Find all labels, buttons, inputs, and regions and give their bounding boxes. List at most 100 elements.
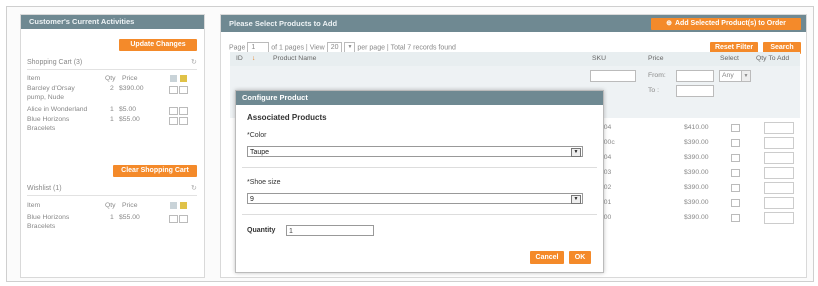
cart-item-name: Bracelets <box>27 125 56 132</box>
refresh-wishlist-icon[interactable]: ↻ <box>191 184 197 192</box>
move-to-wishlist-icon <box>180 75 187 82</box>
color-select[interactable]: Taupe ▼ <box>247 146 583 157</box>
cart-remove-checkbox[interactable] <box>169 107 178 115</box>
divider <box>27 69 197 70</box>
pager-view-label: View <box>309 44 325 52</box>
add-selected-products-label: Add Selected Product(s) to Order <box>675 20 786 27</box>
grid-row-qty-input[interactable] <box>764 197 794 209</box>
cart-move-checkbox[interactable] <box>179 117 188 125</box>
grid-row-price: $390.00 <box>684 139 709 146</box>
color-select-value: Taupe <box>250 149 270 156</box>
color-label: *Color <box>247 132 267 139</box>
cart-item-name: pump, Nude <box>27 94 65 101</box>
price-from-input[interactable] <box>676 70 714 82</box>
cart-item-qty: 1 <box>110 116 114 123</box>
chevron-down-icon[interactable]: ▼ <box>571 195 581 204</box>
cart-item-qty: 2 <box>110 85 114 92</box>
shoe-size-label: *Shoe size <box>247 179 281 186</box>
quantity-label: Quantity <box>247 227 276 234</box>
remove-icon <box>170 202 177 209</box>
select-filter-dropdown[interactable]: Any <box>719 70 743 82</box>
shopping-cart-title: Shopping Cart (3) <box>27 59 83 66</box>
shoe-size-select[interactable]: 9 ▼ <box>247 193 583 204</box>
chevron-down-icon[interactable]: ▼ <box>571 148 581 157</box>
cancel-button[interactable]: Cancel <box>530 251 564 264</box>
divider <box>27 195 197 196</box>
price-to-input[interactable] <box>676 85 714 97</box>
grid-header: ID ↓ Product Name SKU Price Select Qty T… <box>230 52 800 67</box>
grid-row-select-checkbox[interactable] <box>731 124 740 132</box>
cart-move-checkbox[interactable] <box>179 107 188 115</box>
wishlist-header-qty: Qty <box>105 202 116 209</box>
sku-filter-input[interactable] <box>590 70 636 82</box>
chevron-down-icon[interactable]: ▼ <box>741 70 751 82</box>
cart-header-qty: Qty <box>105 75 116 82</box>
grid-row-select-checkbox[interactable] <box>731 154 740 162</box>
column-qty-to-add[interactable]: Qty To Add <box>756 55 789 62</box>
wishlist-remove-checkbox[interactable] <box>169 215 178 223</box>
grid-row-select-checkbox[interactable] <box>731 184 740 192</box>
column-sku[interactable]: SKU <box>592 55 606 62</box>
cart-item-price: $5.00 <box>119 106 137 113</box>
grid-row-qty-input[interactable] <box>764 122 794 134</box>
divider <box>242 167 597 168</box>
customer-activities-title: Customer's Current Activities <box>21 15 204 29</box>
column-price[interactable]: Price <box>648 55 664 62</box>
plus-icon: ⊕ <box>666 20 672 27</box>
wishlist-header-item: Item <box>27 202 41 209</box>
pager-total: Total 7 records found <box>390 44 456 52</box>
cart-item-price: $55.00 <box>119 116 140 123</box>
cart-item-price: $390.00 <box>119 85 144 92</box>
refresh-cart-icon[interactable]: ↻ <box>191 58 197 66</box>
wishlist-item-name: Bracelets <box>27 223 56 230</box>
shoe-size-select-value: 9 <box>250 196 254 203</box>
cart-remove-checkbox[interactable] <box>169 117 178 125</box>
cart-item-name: Blue Horizons <box>27 116 70 123</box>
dialog-title: Configure Product <box>236 91 603 105</box>
add-selected-products-button[interactable]: ⊕ Add Selected Product(s) to Order <box>651 18 801 30</box>
wishlist-item-price: $55.00 <box>119 214 140 221</box>
ok-button[interactable]: OK <box>569 251 591 264</box>
column-id[interactable]: ID <box>236 55 243 62</box>
grid-row-select-checkbox[interactable] <box>731 169 740 177</box>
quantity-input[interactable]: 1 <box>286 225 374 236</box>
pager-per-page: per page <box>357 44 385 52</box>
wishlist-item-qty: 1 <box>110 214 114 221</box>
grid-row-select-checkbox[interactable] <box>731 199 740 207</box>
grid-row-select-checkbox[interactable] <box>731 139 740 147</box>
grid-row-qty-input[interactable] <box>764 137 794 149</box>
column-select[interactable]: Select <box>720 55 739 62</box>
grid-row-price: $390.00 <box>684 184 709 191</box>
cart-item-qty: 1 <box>110 106 114 113</box>
cart-header-price: Price <box>122 75 138 82</box>
grid-row-qty-input[interactable] <box>764 152 794 164</box>
wishlist-item-name: Blue Horizons <box>27 214 70 221</box>
grid-row-price: $390.00 <box>684 199 709 206</box>
wishlist-header-price: Price <box>122 202 138 209</box>
grid-row-price: $390.00 <box>684 169 709 176</box>
configure-product-dialog: Configure Product Associated Products *C… <box>235 90 604 273</box>
grid-row-price: $410.00 <box>684 124 709 131</box>
remove-icon <box>170 75 177 82</box>
update-changes-button[interactable]: Update Changes <box>119 39 197 51</box>
associated-products-title: Associated Products <box>247 113 327 122</box>
clear-shopping-cart-button[interactable]: Clear Shopping Cart <box>113 165 197 177</box>
grid-row-qty-input[interactable] <box>764 182 794 194</box>
price-to-label: To : <box>648 87 659 94</box>
cart-move-checkbox[interactable] <box>179 86 188 94</box>
grid-row-price: $390.00 <box>684 154 709 161</box>
cart-header-item: Item <box>27 75 41 82</box>
grid-row-select-checkbox[interactable] <box>731 214 740 222</box>
sort-arrow-icon[interactable]: ↓ <box>252 55 255 62</box>
grid-row-qty-input[interactable] <box>764 212 794 224</box>
grid-row-qty-input[interactable] <box>764 167 794 179</box>
move-to-cart-icon <box>180 202 187 209</box>
column-product-name[interactable]: Product Name <box>273 55 316 62</box>
pager-page-label: Page <box>229 44 246 52</box>
cart-remove-checkbox[interactable] <box>169 86 178 94</box>
wishlist-move-checkbox[interactable] <box>179 215 188 223</box>
cart-item-name: Barcley d'Orsay <box>27 85 75 92</box>
divider <box>242 214 597 215</box>
cart-item-name: Alice in Wonderland <box>27 106 88 113</box>
pager-of-pages: of 1 pages <box>271 44 304 52</box>
